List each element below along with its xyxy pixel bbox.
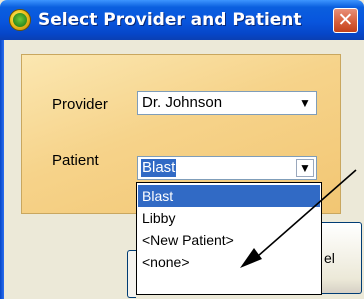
window-frame-left (0, 40, 4, 299)
chevron-down-icon[interactable]: ▼ (296, 159, 314, 177)
chevron-down-icon[interactable]: ▼ (296, 94, 314, 112)
patient-value: Blast (141, 159, 177, 177)
dropdown-option-new-patient[interactable]: <New Patient> (138, 229, 320, 251)
provider-label: Provider (52, 96, 108, 113)
patient-label: Patient (52, 152, 99, 169)
provider-value: Dr. Johnson (142, 94, 223, 111)
window-title: Select Provider and Patient (38, 10, 302, 30)
close-icon: ✕ (337, 9, 354, 31)
dropdown-option-libby[interactable]: Libby (138, 207, 320, 229)
dropdown-option-none[interactable]: <none> (138, 251, 320, 273)
patient-combobox[interactable]: Blast ▼ (137, 156, 317, 180)
close-button[interactable]: ✕ (333, 8, 358, 33)
title-bar[interactable]: Select Provider and Patient ✕ (0, 0, 364, 40)
app-icon (9, 9, 31, 31)
cancel-button[interactable]: el (322, 222, 362, 294)
cancel-button-label: el (324, 250, 335, 266)
ok-button[interactable] (127, 250, 136, 298)
patient-dropdown-list[interactable]: Blast Libby <New Patient> <none> (136, 182, 322, 295)
dropdown-option-blast[interactable]: Blast (138, 185, 320, 207)
provider-combobox[interactable]: Dr. Johnson ▼ (137, 91, 317, 115)
dialog-window: Select Provider and Patient ✕ Provider D… (0, 0, 364, 299)
